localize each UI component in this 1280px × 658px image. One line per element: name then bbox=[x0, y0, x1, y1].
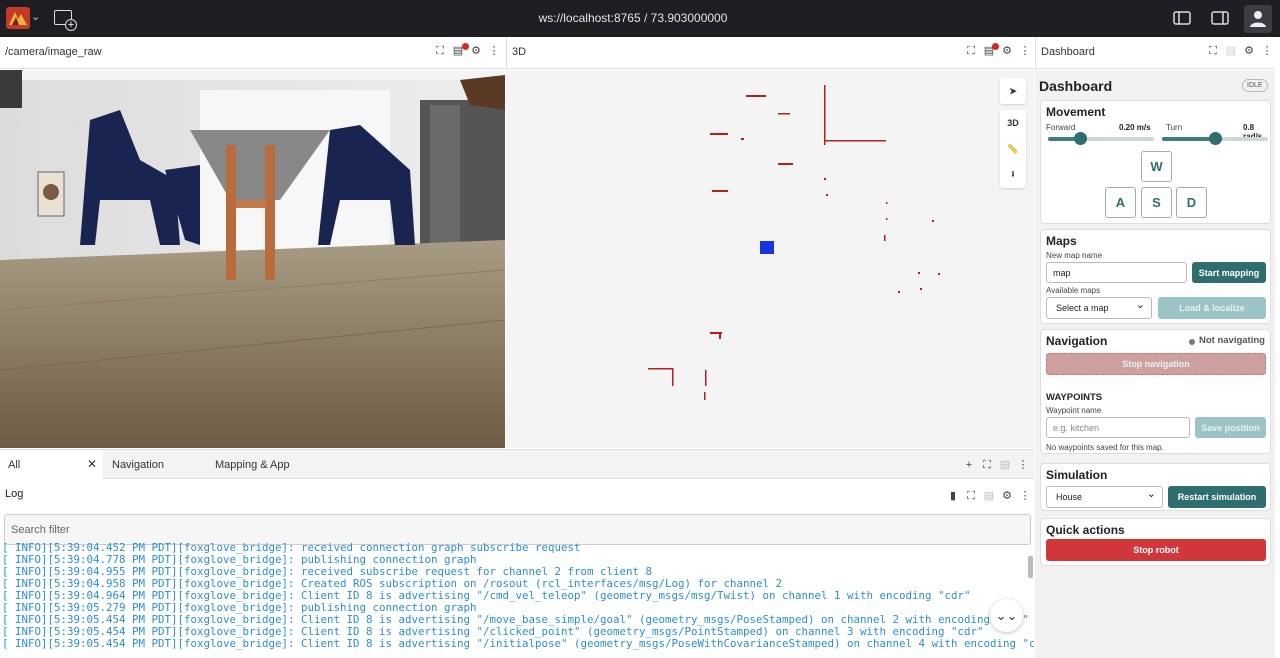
more-icon[interactable]: ⋮ bbox=[1019, 490, 1031, 502]
scroll-to-bottom-button[interactable]: ⌄⌄ bbox=[990, 599, 1023, 632]
right-sidebar-icon[interactable] bbox=[1211, 9, 1229, 27]
simulation-card: Simulation House Restart simulation bbox=[1040, 463, 1271, 511]
new-map-input[interactable]: map bbox=[1046, 262, 1187, 283]
bottom-tab-bar: All ✕ Navigation Mapping & App + ⛶ ▤ ⋮ bbox=[0, 449, 1034, 479]
fullscreen-icon[interactable]: ⛶ bbox=[434, 45, 446, 57]
maps-card: Maps New map name map Start mapping Avai… bbox=[1040, 229, 1271, 324]
world-select[interactable]: House bbox=[1046, 486, 1163, 508]
card-title: Maps bbox=[1046, 234, 1077, 248]
dashboard-panel-header: Dashboard ⛶ ▤ ⚙ ⋮ bbox=[1035, 37, 1275, 69]
waypoint-name-label: Waypoint name bbox=[1046, 406, 1102, 415]
card-title: Movement bbox=[1046, 105, 1106, 119]
more-icon[interactable]: ⋮ bbox=[1019, 45, 1031, 57]
split-panel-icon[interactable]: ▤ bbox=[452, 45, 464, 57]
tab-label: All bbox=[8, 458, 21, 471]
split-panel-icon[interactable]: ▤ bbox=[999, 459, 1011, 471]
camera-panel-header: /camera/image_raw ⛶ ▤ ⚙ ⋮ bbox=[0, 37, 505, 69]
fullscreen-icon[interactable]: ⛶ bbox=[965, 490, 977, 502]
key-d-button[interactable]: D bbox=[1176, 187, 1207, 218]
new-map-label: New map name bbox=[1046, 251, 1103, 260]
close-icon[interactable]: ✕ bbox=[87, 457, 97, 471]
panel-title: /camera/image_raw bbox=[5, 46, 102, 58]
panel-title: Log bbox=[5, 488, 24, 500]
connection-status: ws://localhost:8765 / 73.903000000 bbox=[538, 11, 728, 25]
3d-toolbar: ➤ 3D 📏 ⭭ bbox=[1000, 78, 1026, 194]
dashboard: Dashboard IDLE Movement Forward 0.20 m/s… bbox=[1035, 70, 1275, 658]
panel-title: Dashboard bbox=[1041, 46, 1095, 58]
stop-robot-button[interactable]: Stop robot bbox=[1046, 539, 1266, 561]
log-line: [ INFO][5:39:05.454 PM PDT][foxglove_bri… bbox=[2, 637, 1034, 650]
3d-viewport[interactable]: ➤ 3D 📏 ⭭ bbox=[506, 70, 1034, 448]
key-w-button[interactable]: W bbox=[1141, 151, 1172, 182]
card-title: Navigation bbox=[1046, 334, 1108, 348]
key-a-button[interactable]: A bbox=[1105, 187, 1136, 218]
waypoint-name-input[interactable]: e.g. kitchen bbox=[1046, 417, 1190, 438]
status-badge: IDLE bbox=[1242, 79, 1268, 92]
log-output: [ INFO][5:39:04.452 PM PDT][foxglove_bri… bbox=[0, 542, 1034, 652]
quick-actions-card: Quick actions Stop robot bbox=[1040, 518, 1271, 566]
fullscreen-icon[interactable]: ⛶ bbox=[981, 459, 993, 471]
view-mode-toggle[interactable]: 3D bbox=[1000, 110, 1026, 136]
user-icon[interactable] bbox=[1244, 5, 1272, 33]
top-bar: ⌄ ws://localhost:8765 / 73.903000000 bbox=[0, 0, 1280, 37]
log-panel-header: Log ▮ ⛶ ▤ ⚙ ⋮ bbox=[0, 480, 1034, 510]
laser-scan-points bbox=[648, 85, 940, 400]
split-panel-icon[interactable]: ▤ bbox=[983, 490, 995, 502]
navigation-card: Navigation Not navigating Stop navigatio… bbox=[1040, 329, 1271, 454]
dashboard-heading: Dashboard bbox=[1039, 78, 1113, 94]
stop-navigation-button[interactable]: Stop navigation bbox=[1046, 353, 1266, 375]
tab-navigation[interactable]: Navigation bbox=[104, 450, 204, 479]
settings-icon[interactable]: ⚙ bbox=[1001, 490, 1013, 502]
add-tab-icon[interactable]: + bbox=[963, 459, 975, 471]
turn-label: Turn bbox=[1166, 123, 1183, 132]
settings-icon[interactable]: ⚙ bbox=[470, 45, 482, 57]
card-title: Quick actions bbox=[1046, 523, 1125, 537]
split-panel-icon[interactable]: ▤ bbox=[983, 45, 995, 57]
map-select[interactable]: Select a map bbox=[1046, 297, 1152, 319]
ruler-icon[interactable]: 📏 bbox=[1000, 136, 1026, 162]
more-icon[interactable]: ⋮ bbox=[1261, 45, 1273, 57]
available-maps-label: Available maps bbox=[1046, 286, 1101, 295]
nav-status-dot bbox=[1189, 339, 1195, 345]
tab-all[interactable]: All ✕ bbox=[0, 450, 103, 479]
key-s-button[interactable]: S bbox=[1141, 187, 1172, 218]
3d-panel-header: 3D ⛶ ▤ ⚙ ⋮ bbox=[506, 37, 1034, 69]
load-localize-button[interactable]: Load & localize bbox=[1158, 297, 1266, 319]
split-panel-icon[interactable]: ▤ bbox=[1225, 45, 1237, 57]
settings-icon[interactable]: ⚙ bbox=[1243, 45, 1255, 57]
waypoints-title: WAYPOINTS bbox=[1046, 392, 1103, 403]
nav-status: Not navigating bbox=[1199, 335, 1265, 346]
save-position-button[interactable]: Save position bbox=[1195, 417, 1266, 438]
robot-marker bbox=[760, 241, 774, 254]
fullscreen-icon[interactable]: ⛶ bbox=[965, 45, 977, 57]
forward-value: 0.20 m/s bbox=[1119, 123, 1151, 132]
panel-title: 3D bbox=[512, 46, 527, 58]
camera-image[interactable] bbox=[0, 70, 505, 448]
forward-slider[interactable] bbox=[1048, 132, 1154, 145]
restart-simulation-button[interactable]: Restart simulation bbox=[1168, 486, 1266, 508]
settings-icon[interactable]: ⚙ bbox=[1001, 45, 1013, 57]
log-scrollbar[interactable] bbox=[1028, 556, 1033, 578]
no-waypoints-note: No waypoints saved for this map. bbox=[1046, 443, 1164, 452]
turn-slider[interactable] bbox=[1162, 132, 1268, 145]
forward-label: Forward bbox=[1046, 123, 1076, 132]
more-icon[interactable]: ⋮ bbox=[488, 45, 500, 57]
copy-icon[interactable]: ▮ bbox=[947, 490, 959, 502]
start-mapping-button[interactable]: Start mapping bbox=[1192, 262, 1266, 283]
left-sidebar-icon[interactable] bbox=[1173, 9, 1191, 27]
tab-mapping-app[interactable]: Mapping & App bbox=[207, 450, 317, 479]
double-chevron-down-icon: ⌄⌄ bbox=[995, 607, 1018, 623]
more-icon[interactable]: ⋮ bbox=[1017, 459, 1029, 471]
cursor-icon[interactable]: ➤ bbox=[1000, 78, 1026, 104]
fullscreen-icon[interactable]: ⛶ bbox=[1207, 45, 1219, 57]
card-title: Simulation bbox=[1046, 468, 1108, 482]
movement-card: Movement Forward 0.20 m/s Turn 0.8 rad/s… bbox=[1040, 100, 1271, 224]
search-filter-input[interactable]: Search filter bbox=[4, 514, 1031, 545]
publish-point-icon[interactable]: ⭭ bbox=[1000, 162, 1026, 188]
